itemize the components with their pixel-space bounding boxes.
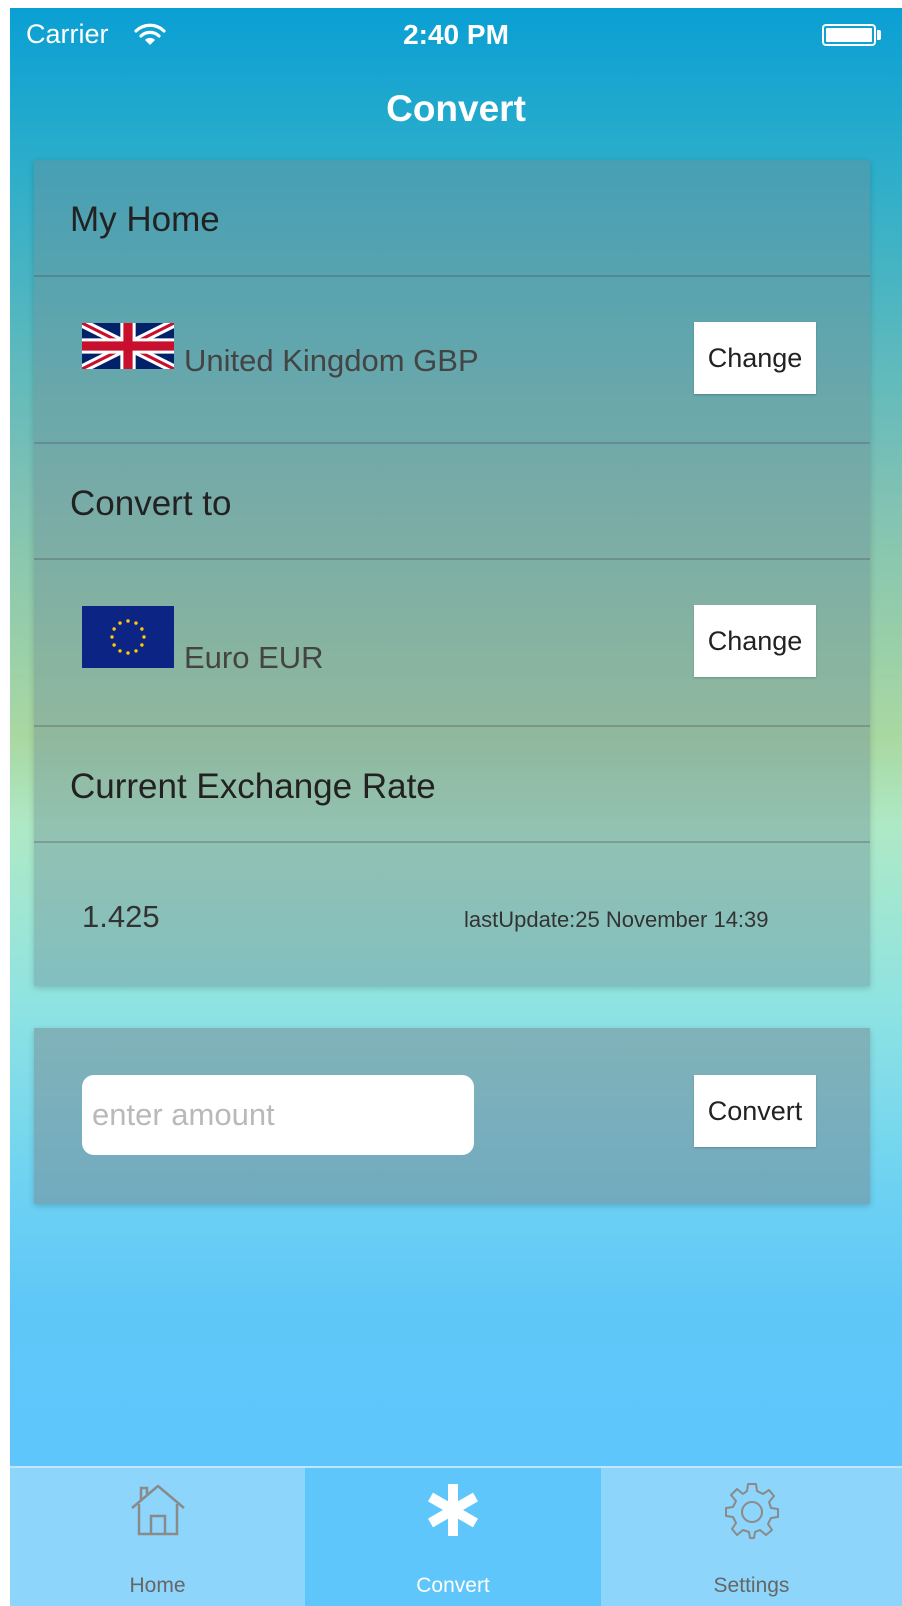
app-screen: Carrier 2:40 PM Convert My Home United K… <box>10 8 902 1606</box>
rate-header-row: Current Exchange Rate <box>34 727 870 843</box>
home-icon <box>130 1484 185 1536</box>
uk-flag-icon <box>82 323 174 369</box>
convert-to-currency-label: Euro EUR <box>184 640 324 675</box>
battery-icon <box>822 24 876 46</box>
tab-home[interactable]: Home <box>10 1468 305 1606</box>
eu-flag-icon <box>82 606 174 668</box>
change-home-currency-button[interactable]: Change <box>694 322 816 394</box>
amount-card: Convert <box>34 1028 870 1204</box>
page-title: Convert <box>386 88 526 129</box>
tab-convert-label: Convert <box>416 1574 490 1597</box>
home-section-title: My Home <box>70 200 220 239</box>
status-time: 2:40 PM <box>403 19 509 50</box>
home-header-row: My Home <box>34 160 870 277</box>
tab-convert[interactable]: Convert <box>305 1468 601 1606</box>
tab-bar: Home Convert Settings <box>10 1466 902 1606</box>
tab-settings[interactable]: Settings <box>601 1468 902 1606</box>
exchange-rate-value: 1.425 <box>82 899 160 934</box>
tab-settings-label: Settings <box>713 1574 790 1597</box>
last-update-text: lastUpdate:25 November 14:39 <box>464 907 769 932</box>
convert-to-section-title: Convert to <box>70 484 232 523</box>
convert-to-currency-row: Euro EUR Change <box>34 560 870 727</box>
rate-value-row: 1.425 lastUpdate:25 November 14:39 <box>34 843 870 986</box>
amount-input[interactable] <box>82 1075 474 1155</box>
battery-tip <box>877 30 881 40</box>
home-currency-label: United Kingdom GBP <box>184 343 479 378</box>
tab-home-label: Home <box>129 1574 186 1597</box>
rate-section-title: Current Exchange Rate <box>70 767 436 806</box>
change-target-currency-button[interactable]: Change <box>694 605 816 677</box>
gear-icon <box>724 1483 779 1539</box>
asterisk-icon <box>427 1484 479 1536</box>
convert-to-header-row: Convert to <box>34 444 870 560</box>
currency-card: My Home United Kingdom GBP Change Conver… <box>34 160 870 986</box>
convert-button[interactable]: Convert <box>694 1075 816 1147</box>
status-bar: Carrier 2:40 PM <box>10 8 902 60</box>
home-currency-row: United Kingdom GBP Change <box>34 277 870 444</box>
